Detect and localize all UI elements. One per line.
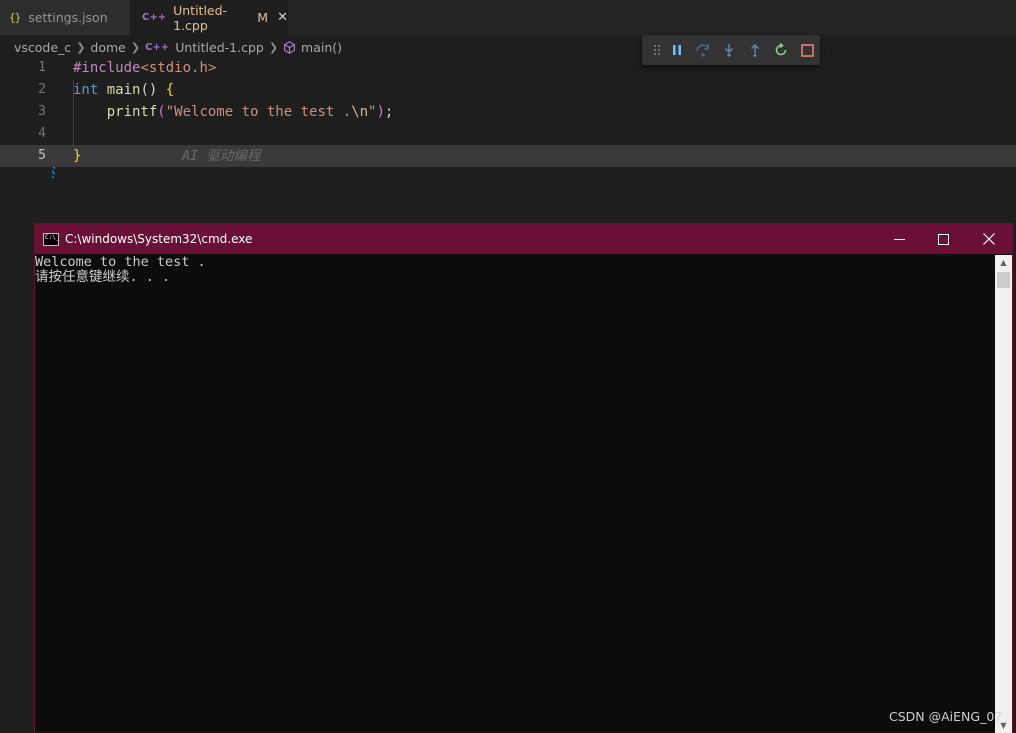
- breadcrumb-item-folder[interactable]: vscode_c: [14, 40, 71, 55]
- editor-tab-bar: {} settings.json C++ Untitled-1.cpp M ✕: [0, 0, 1016, 35]
- breadcrumb-item-folder[interactable]: dome: [90, 40, 125, 55]
- code-token: "Welcome to the test .: [165, 104, 352, 120]
- code-text: int main() {: [73, 79, 174, 101]
- scroll-up-icon[interactable]: ▲: [995, 255, 1012, 270]
- json-icon: {}: [9, 11, 21, 24]
- code-token: (): [140, 82, 166, 98]
- modified-indicator: M: [257, 10, 269, 25]
- code-token: #include: [73, 60, 141, 76]
- code-line-current[interactable]: 5 } AI 驱动编程: [0, 145, 1016, 167]
- tab-settings-json[interactable]: {} settings.json: [0, 0, 130, 35]
- console-output[interactable]: Welcome to the test . 请按任意键继续. . .: [35, 255, 995, 733]
- console-line: Welcome to the test .: [35, 254, 206, 270]
- code-line[interactable]: 2 int main() {: [0, 79, 1016, 101]
- chevron-right-icon: ❯: [76, 40, 86, 54]
- ai-ghost-text: AI 驱动编程: [182, 148, 261, 164]
- line-number: 3: [38, 104, 46, 119]
- tab-label: Untitled-1.cpp: [173, 2, 228, 33]
- code-line[interactable]: 3 printf("Welcome to the test .\n");: [0, 101, 1016, 123]
- maximize-icon[interactable]: [920, 224, 966, 254]
- cmd-window-title: C:\windows\System32\cmd.exe: [65, 232, 253, 246]
- code-token: main: [106, 82, 141, 98]
- code-token: ;: [384, 104, 394, 120]
- code-token: }: [73, 148, 82, 164]
- tab-label: settings.json: [28, 10, 108, 25]
- cpp-icon: C++: [145, 41, 170, 53]
- scrollbar-thumb[interactable]: [997, 272, 1010, 288]
- code-editor[interactable]: 1 #include<stdio.h> 2 int main() { 3 pri…: [0, 57, 1016, 223]
- code-text: #include<stdio.h>: [73, 57, 216, 79]
- watermark: CSDN @AiENG_07: [889, 709, 1003, 724]
- cmd-title-bar[interactable]: C:\_ C:\windows\System32\cmd.exe: [35, 224, 1012, 254]
- code-token: printf: [73, 104, 158, 120]
- code-token: int: [73, 82, 107, 98]
- breadcrumb: vscode_c ❯ dome ❯ C++ Untitled-1.cpp ❯ m…: [14, 38, 342, 56]
- code-line[interactable]: 1 #include<stdio.h>: [0, 57, 1016, 79]
- code-token: <stdio.h>: [140, 60, 217, 76]
- cmd-window: C:\_ C:\windows\System32\cmd.exe Welcome…: [34, 223, 1013, 733]
- close-tab-icon[interactable]: ✕: [277, 10, 288, 25]
- console-line: 请按任意键继续. . .: [35, 269, 171, 285]
- close-icon[interactable]: [966, 224, 1012, 254]
- vertical-scrollbar[interactable]: ▲ ▼: [995, 255, 1012, 733]
- method-cube-icon: [283, 40, 296, 54]
- line-number: 2: [38, 82, 46, 97]
- code-token: ): [376, 104, 385, 120]
- code-token: (: [157, 104, 166, 120]
- console-icon: C:\_: [43, 232, 60, 246]
- code-text: printf("Welcome to the test .\n");: [73, 101, 394, 123]
- minimize-icon[interactable]: [876, 224, 922, 254]
- code-token: \n: [351, 104, 369, 120]
- line-number: 4: [38, 126, 46, 141]
- breadcrumb-item-symbol[interactable]: main(): [301, 40, 342, 55]
- code-text: }: [73, 145, 81, 167]
- code-line[interactable]: 4: [0, 123, 1016, 145]
- line-number: 1: [38, 60, 46, 75]
- tab-untitled-cpp[interactable]: C++ Untitled-1.cpp M ✕: [130, 0, 288, 35]
- breadcrumb-item-file[interactable]: Untitled-1.cpp: [175, 40, 264, 55]
- code-token: {: [165, 82, 175, 98]
- console-icon-text: C:\_: [45, 233, 60, 241]
- cpp-icon: C++: [142, 12, 167, 23]
- line-number: 5: [38, 148, 46, 163]
- chevron-right-icon: ❯: [130, 40, 141, 54]
- chevron-right-icon: ❯: [268, 40, 279, 54]
